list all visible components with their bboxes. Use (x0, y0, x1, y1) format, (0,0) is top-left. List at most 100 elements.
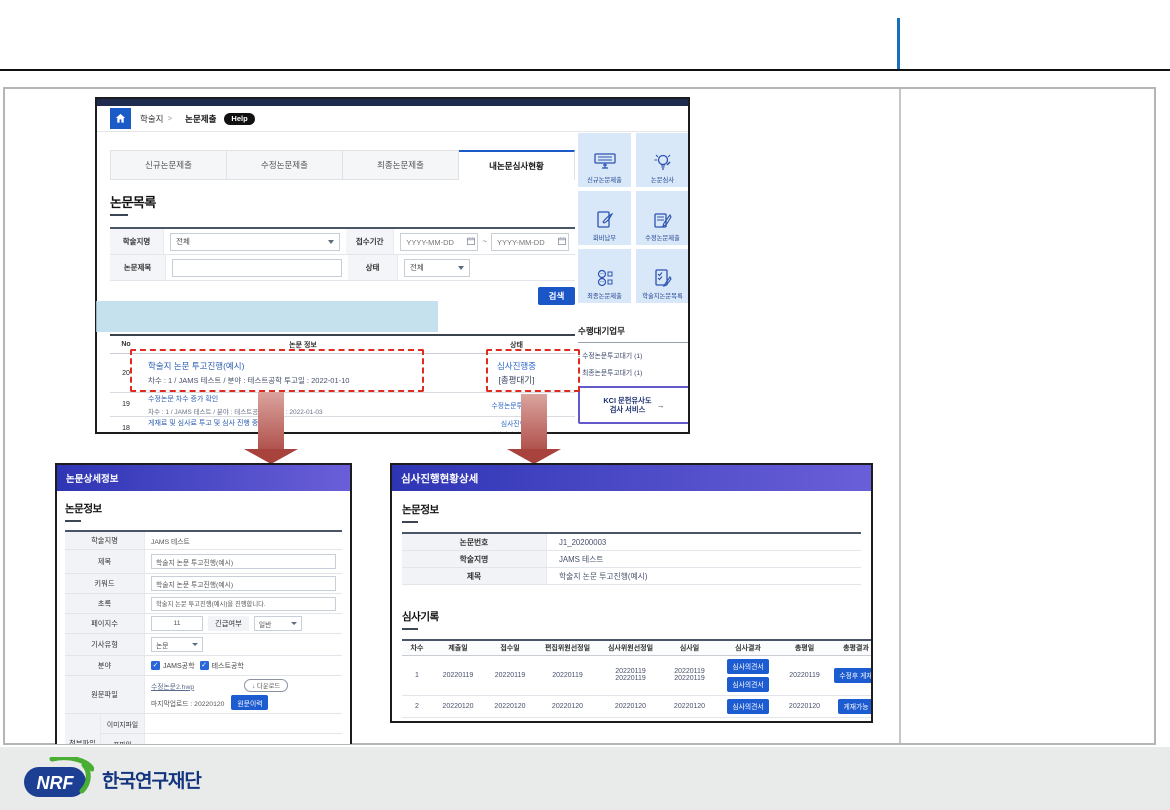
quick-paper-review[interactable]: 논문심사 (636, 133, 689, 187)
quick-menu-sidebar: 신규논문제출 논문심사 회비납부 수정논문제출 최종논문제출 (578, 133, 690, 434)
section-underline (65, 520, 81, 522)
arrow-right-icon: → (657, 401, 665, 410)
final-decision-button[interactable]: 수정후 게재 (834, 668, 873, 683)
section-title: 논문정보 (65, 501, 342, 516)
pages-input[interactable] (151, 616, 203, 631)
home-icon (115, 113, 126, 124)
table-row[interactable]: 18 게재료 및 심사료 투고 및 심사 진행 중 차수 : 1 / JAMS … (110, 417, 575, 434)
tab-my-review-status[interactable]: 내논문심사현황 (459, 150, 575, 180)
period-label: 접수기간 (346, 229, 394, 254)
download-button[interactable]: ↓ 다운로드 (244, 679, 288, 692)
chevron-down-icon (328, 240, 334, 244)
title-label: 제목 (402, 568, 547, 584)
bulb-icon (653, 152, 673, 172)
row-no: 19 (110, 401, 142, 408)
status-select[interactable]: 전체 (404, 259, 470, 277)
manuscript-file-link[interactable]: 수정논문2.hwp (151, 681, 194, 691)
review-opinion-button[interactable]: 심사의견서 (727, 659, 768, 674)
pending-revised-link[interactable]: 수정논문투고대기 (1) (578, 350, 690, 360)
manual-slide: 학술지 > 논문제출 Help 신규논문제출 수정논문제출 최종논문제출 내논문… (0, 0, 1170, 810)
field-label: 분야 (65, 656, 145, 675)
breadcrumb-bar: 학술지 > 논문제출 Help (97, 106, 688, 132)
attachments-label: 첨부파일 (65, 714, 101, 744)
journal-select[interactable]: 전체 (170, 233, 340, 251)
review-row: 2 20220120 20220120 20220120 20220120 20… (402, 695, 873, 717)
keyword-input[interactable] (151, 576, 336, 591)
chevron-down-icon (458, 266, 464, 270)
breadcrumb-section[interactable]: 학술지 (140, 113, 163, 125)
field-checkbox-test[interactable]: ✓테스트공학 (200, 661, 244, 671)
similarity-check-final-button[interactable]: 문헌 유사도 검사(확정) → (578, 432, 690, 434)
review-progress-panel: 심사진행현황상세 논문정보 논문번호 J1_20200003 학술지명 JAMS… (390, 463, 873, 723)
abstract-textarea[interactable]: 학술지 논문 투고진행(예시)을 진행합니다. (151, 597, 336, 611)
tab-new-submission[interactable]: 신규논문제출 (110, 150, 227, 180)
final-decision-button[interactable]: 게재가능 (838, 699, 873, 714)
paper-info-form: 학술지명 JAMS 테스트 제목 키워드 초록 학술지 논문 투고진행(예시)을… (65, 530, 342, 744)
status-label: 상태 (348, 255, 398, 280)
urgent-select[interactable]: 일반 (254, 616, 302, 631)
checkbox-checked-icon: ✓ (151, 661, 160, 670)
top-navy-bar (97, 99, 688, 106)
table-row[interactable]: 19 수정논문 차수 증가 확인 차수 : 1 / JAMS 테스트 / 분야 … (110, 393, 575, 417)
paper-meta: 차수 : 1 / JAMS 테스트 / 분야 : 테스트공학 투고일 : 202… (148, 406, 458, 416)
paper-title-link[interactable]: 게재료 및 심사료 투고 및 심사 진행 중 (148, 418, 458, 428)
paper-title-label: 논문제목 (110, 255, 166, 280)
title-label: 제목 (65, 550, 145, 573)
review-opinion-button[interactable]: 심사의견서 (727, 677, 768, 692)
calendar-icon[interactable] (467, 237, 475, 245)
title-underline (110, 214, 128, 216)
kci-similarity-button[interactable]: KCI 문헌유사도 검사 서비스 → (578, 386, 690, 424)
article-type-select[interactable]: 논문 (151, 637, 203, 652)
pages-label: 페이지수 (65, 614, 145, 633)
paper-title-link[interactable]: 수정논문 차수 증가 확인 (148, 394, 458, 404)
keyboard-icon (594, 152, 616, 172)
tab-revised-submission[interactable]: 수정논문제출 (227, 150, 343, 180)
keyword-label: 키워드 (65, 574, 145, 593)
quick-journal-paper-list[interactable]: 학술지논문목록 (636, 249, 689, 303)
checkbox-checked-icon: ✓ (200, 661, 209, 670)
paper-title-input[interactable] (172, 259, 342, 277)
row-no: 18 (110, 425, 142, 432)
annotation-dashed-box-status (486, 349, 580, 392)
section-underline (402, 521, 418, 523)
quick-new-submission[interactable]: 신규논문제출 (578, 133, 631, 187)
quick-final-submission[interactable]: 최종논문제출 (578, 249, 631, 303)
file-history-button[interactable]: 원문이력 (231, 695, 268, 710)
quick-fee-payment[interactable]: 회비납부 (578, 191, 631, 245)
title-input[interactable] (151, 554, 336, 569)
article-type-label: 기사유형 (65, 634, 145, 655)
submission-tabs: 신규논문제출 수정논문제출 최종논문제출 내논문심사현황 (110, 150, 575, 180)
slide-footer: NRF 한국연구재단 (0, 747, 1170, 810)
header-status: 상태 (464, 340, 569, 350)
title-value: 학술지 논문 투고진행(예시) (547, 571, 647, 582)
date-range-tilde: ~ (482, 237, 487, 246)
checklist-pencil-icon (653, 268, 673, 288)
tab-final-submission[interactable]: 최종논문제출 (343, 150, 459, 180)
quick-revised-submission[interactable]: 수정논문제출 (636, 191, 689, 245)
search-button[interactable]: 검색 (538, 287, 575, 305)
paper-no-label: 논문번호 (402, 534, 547, 550)
slide-accent-tick (897, 18, 900, 69)
pending-final-link[interactable]: 최종논문투고대기 (1) (578, 367, 690, 377)
field-checkbox-jams[interactable]: ✓JAMS공학 (151, 661, 195, 671)
nrf-logo: NRF 한국연구재단 (22, 757, 201, 801)
review-opinion-button[interactable]: 심사의견서 (727, 699, 768, 714)
date-from-field[interactable] (400, 232, 478, 252)
journal-name-value: JAMS 테스트 (547, 554, 603, 565)
attachments-group: 첨부파일 이미지파일 표파일 (65, 714, 342, 744)
journal-name-value: JAMS 테스트 (151, 536, 190, 546)
breadcrumb-current: 논문제출 (185, 113, 216, 125)
svg-text:NRF: NRF (37, 773, 75, 793)
chevron-down-icon (291, 622, 297, 625)
journal-name-label: 학술지명 (402, 551, 547, 567)
section-underline (402, 628, 418, 630)
document-quill-icon (595, 210, 615, 230)
panel-title: 논문상세정보 (57, 465, 350, 491)
home-button[interactable] (110, 108, 131, 129)
nrf-logo-mark: NRF (22, 757, 94, 801)
date-to-field[interactable] (491, 232, 569, 252)
help-badge[interactable]: Help (224, 113, 254, 125)
org-name: 한국연구재단 (102, 766, 201, 793)
manuscript-file-label: 원문파일 (65, 676, 145, 713)
calendar-icon[interactable] (558, 237, 566, 245)
